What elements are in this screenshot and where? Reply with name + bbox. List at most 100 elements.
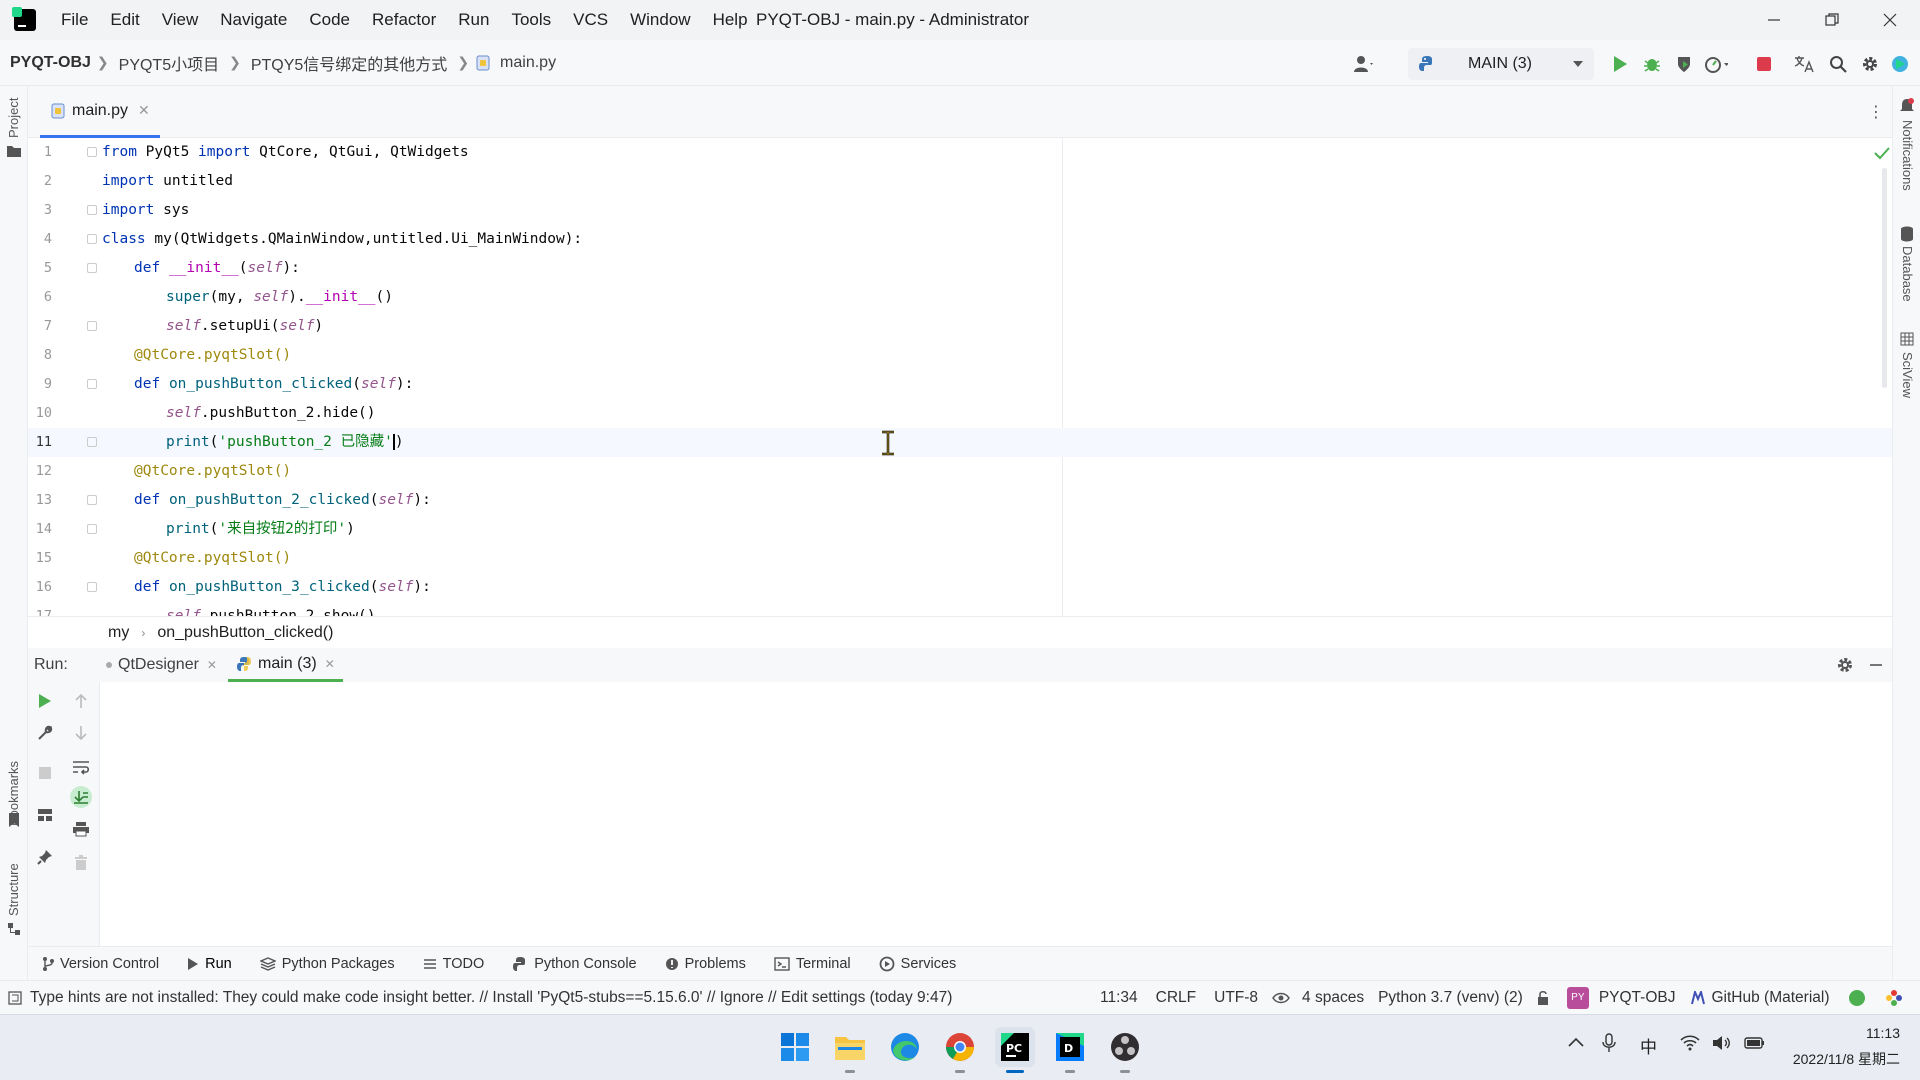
status-message[interactable]: Type hints are not installed: They could… [30, 989, 952, 1007]
caret-position[interactable]: 11:34 [1100, 989, 1138, 1007]
breadcrumb-file[interactable]: main.py [496, 54, 560, 72]
breadcrumb-folder-1[interactable]: PYQT5小项目 [115, 51, 223, 75]
stop-process-button[interactable] [34, 762, 56, 784]
menu-view[interactable]: View [151, 0, 210, 40]
breadcrumb-class[interactable]: my [108, 624, 129, 642]
breadcrumb-project[interactable]: PYQT-OBJ [10, 54, 91, 72]
menu-help[interactable]: Help [702, 0, 759, 40]
fold-marker-icon[interactable] [87, 379, 97, 389]
run-settings-button[interactable] [1836, 656, 1854, 674]
project-name[interactable]: PYQT-OBJ [1599, 989, 1676, 1007]
file-encoding[interactable]: UTF-8 [1214, 989, 1258, 1007]
menu-vcs[interactable]: VCS [562, 0, 619, 40]
run-console-output[interactable] [28, 682, 1892, 946]
scroll-to-end-toggle[interactable] [70, 786, 92, 808]
indent-setting[interactable]: 4 spaces [1302, 989, 1364, 1007]
print-button[interactable] [70, 818, 92, 840]
project-tool-button[interactable]: Project [6, 98, 21, 138]
structure-tool-button[interactable]: Structure [6, 863, 21, 916]
more-options-icon[interactable]: ⋮ [1868, 102, 1884, 122]
edge-browser-app[interactable] [885, 1027, 925, 1067]
close-window-button[interactable] [1862, 0, 1918, 40]
restore-button[interactable] [1804, 0, 1860, 40]
tool-tab-version-control[interactable]: Version Control [28, 947, 173, 981]
run-tab-main[interactable]: main (3) ✕ [228, 648, 343, 682]
run-button[interactable] [1608, 52, 1632, 76]
sciview-tool-button[interactable]: SciView [1900, 352, 1915, 398]
database-tool-button[interactable]: Database [1900, 246, 1915, 302]
profile-button[interactable] [1704, 52, 1728, 76]
menu-code[interactable]: Code [298, 0, 361, 40]
debug-button[interactable] [1640, 52, 1664, 76]
start-button[interactable] [775, 1027, 815, 1067]
line-separator[interactable]: CRLF [1156, 989, 1196, 1007]
status-indicator-icon[interactable] [1849, 990, 1866, 1006]
close-tab-icon[interactable]: ✕ [325, 657, 335, 671]
scroll-down-button[interactable] [70, 722, 92, 744]
vcs-user-button[interactable] [1352, 52, 1376, 76]
eye-icon[interactable] [1272, 992, 1290, 1004]
code-editor[interactable]: 1 from PyQt5 import QtCore, QtGui, QtWid… [28, 138, 1892, 616]
wifi-button[interactable] [1680, 1035, 1700, 1051]
fold-marker-icon[interactable] [87, 321, 97, 331]
stop-button[interactable] [1752, 52, 1776, 76]
fold-marker-icon[interactable] [87, 234, 97, 244]
obs-app[interactable] [1105, 1027, 1145, 1073]
soft-wrap-button[interactable] [70, 756, 92, 778]
ime-indicator[interactable]: 中 [1640, 1033, 1657, 1058]
menu-file[interactable]: File [50, 0, 99, 40]
volume-button[interactable] [1712, 1035, 1732, 1051]
fold-marker-icon[interactable] [87, 263, 97, 273]
editor-tab-main-py[interactable]: main.py ✕ [40, 86, 160, 138]
lock-icon[interactable] [1537, 990, 1549, 1006]
jetbrains-ai-button[interactable] [1888, 52, 1912, 76]
fold-marker-icon[interactable] [87, 437, 97, 447]
panel-toggle-icon[interactable] [8, 990, 22, 1005]
clock-time[interactable]: 11:13 [1790, 1025, 1900, 1041]
file-explorer-app[interactable] [830, 1027, 870, 1073]
fold-marker-icon[interactable] [87, 582, 97, 592]
hide-panel-button[interactable] [1868, 656, 1884, 674]
theme-name[interactable]: GitHub (Material) [1711, 989, 1829, 1007]
tool-tab-services[interactable]: Services [865, 947, 971, 981]
fold-marker-icon[interactable] [87, 524, 97, 534]
breadcrumb-method[interactable]: on_pushButton_clicked() [157, 624, 333, 642]
menu-navigate[interactable]: Navigate [209, 0, 298, 40]
run-with-coverage-button[interactable] [1672, 52, 1696, 76]
close-tab-icon[interactable]: ✕ [138, 102, 150, 119]
run-configuration-selector[interactable]: MAIN (3) [1408, 48, 1594, 80]
tool-tab-problems[interactable]: Problems [651, 947, 760, 981]
menu-refactor[interactable]: Refactor [361, 0, 447, 40]
fold-marker-icon[interactable] [87, 205, 97, 215]
clear-all-button[interactable] [70, 852, 92, 874]
layout-button[interactable] [34, 804, 56, 826]
tool-tab-python-packages[interactable]: Python Packages [246, 947, 409, 981]
tool-tab-terminal[interactable]: Terminal [760, 947, 865, 981]
plugin-flower-icon[interactable] [1885, 989, 1903, 1007]
settings-button[interactable] [1858, 52, 1882, 76]
minimize-button[interactable] [1746, 0, 1802, 40]
menu-run[interactable]: Run [447, 0, 500, 40]
notifications-tool-button[interactable]: Notifications [1900, 120, 1915, 191]
edit-config-button[interactable] [34, 722, 56, 744]
menu-tools[interactable]: Tools [500, 0, 562, 40]
translate-button[interactable] [1792, 52, 1816, 76]
pycharm-app[interactable]: PC [995, 1027, 1035, 1073]
show-hidden-icons-button[interactable] [1568, 1037, 1584, 1047]
dataspell-app[interactable]: D [1050, 1027, 1090, 1073]
tool-tab-python-console[interactable]: Python Console [498, 947, 650, 981]
fold-marker-icon[interactable] [87, 147, 97, 157]
scroll-up-button[interactable] [70, 690, 92, 712]
rerun-button[interactable] [34, 690, 56, 712]
pin-tab-button[interactable] [34, 846, 56, 868]
fold-marker-icon[interactable] [87, 495, 97, 505]
chrome-browser-app[interactable] [940, 1027, 980, 1073]
breadcrumb-folder-2[interactable]: PTQY5信号绑定的其他方式 [247, 51, 451, 75]
close-tab-icon[interactable]: ✕ [207, 658, 217, 672]
microphone-button[interactable] [1602, 1033, 1616, 1053]
clock-date[interactable]: 2022/11/8 星期二 [1760, 1049, 1900, 1069]
tool-tab-todo[interactable]: TODO [409, 947, 499, 981]
python-interpreter[interactable]: Python 3.7 (venv) (2) [1378, 989, 1523, 1007]
run-tab-qtdesigner[interactable]: QtDesigner ✕ [98, 648, 225, 682]
menu-edit[interactable]: Edit [99, 0, 150, 40]
